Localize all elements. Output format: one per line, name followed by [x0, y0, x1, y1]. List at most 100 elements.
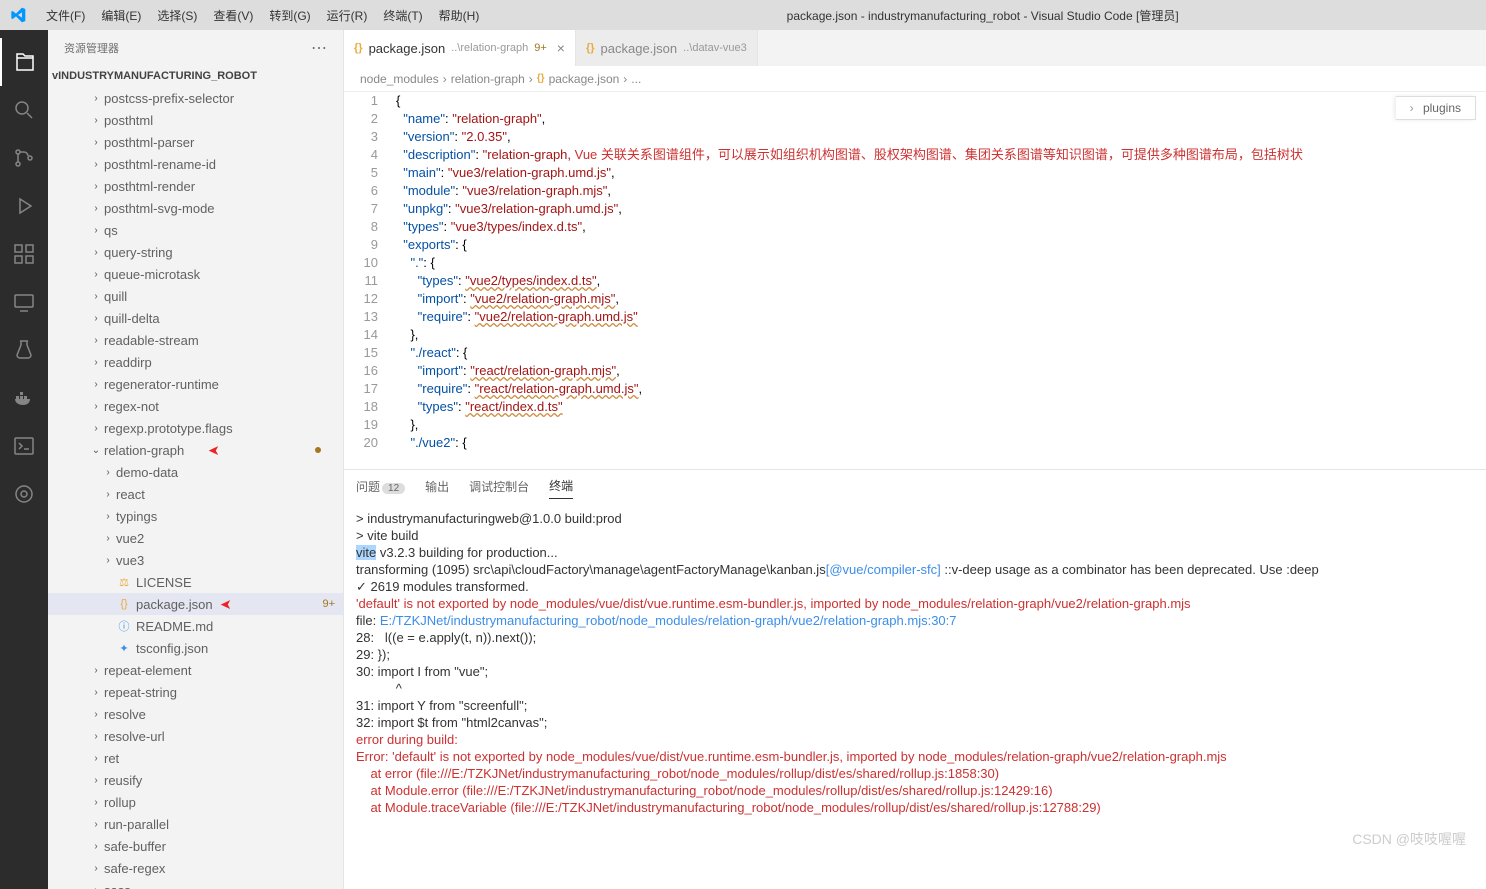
tree-item[interactable]: ›postcss-prefix-selector: [48, 87, 343, 109]
tree-item[interactable]: ›readdirp: [48, 351, 343, 373]
tree-item[interactable]: ›quill-delta: [48, 307, 343, 329]
tree-item[interactable]: ›qs: [48, 219, 343, 241]
tree-item[interactable]: ›posthtml: [48, 109, 343, 131]
menu-item[interactable]: 文件(F): [38, 9, 93, 23]
tree-item[interactable]: ›vue3: [48, 549, 343, 571]
editor-tab[interactable]: {} package.json ..\relation-graph 9+ ×: [344, 30, 576, 66]
tree-item[interactable]: ›resolve: [48, 703, 343, 725]
tree-item[interactable]: ✦tsconfig.json: [48, 637, 343, 659]
code-line[interactable]: ▶ "unpkg": "vue3/relation-graph.umd.js",: [396, 200, 1486, 218]
tree-item[interactable]: ›safe-regex: [48, 857, 343, 879]
tree-item[interactable]: {}package.json9+➤: [48, 593, 343, 615]
file-tree[interactable]: ›postcss-prefix-selector›posthtml›postht…: [48, 87, 343, 889]
tree-item[interactable]: ›posthtml-render: [48, 175, 343, 197]
code-line[interactable]: "./react": {: [396, 344, 1486, 362]
tree-item[interactable]: ›repeat-element: [48, 659, 343, 681]
tree-item[interactable]: ›readable-stream: [48, 329, 343, 351]
breadcrumb-item[interactable]: ...: [631, 72, 641, 86]
panel-tab[interactable]: 终端: [549, 473, 573, 499]
tree-item[interactable]: ›reusify: [48, 769, 343, 791]
tree-item[interactable]: ⓘREADME.md: [48, 615, 343, 637]
tree-item[interactable]: ›posthtml-parser: [48, 131, 343, 153]
editor-tab[interactable]: {} package.json ..\datav-vue3: [576, 30, 758, 66]
panel-tab[interactable]: 调试控制台: [469, 474, 529, 499]
tree-item[interactable]: ›safe-buffer: [48, 835, 343, 857]
tree-item[interactable]: ›typings: [48, 505, 343, 527]
breadcrumb-item[interactable]: node_modules: [360, 72, 439, 86]
menu-item[interactable]: 帮助(H): [431, 9, 488, 23]
tree-item[interactable]: ›sass: [48, 879, 343, 889]
code-line[interactable]: ".": {: [396, 254, 1486, 272]
ai-icon[interactable]: [0, 470, 48, 518]
code-content[interactable]: { "name": "relation-graph", "version": "…: [396, 92, 1486, 469]
menu-item[interactable]: 运行(R): [319, 9, 376, 23]
code-line[interactable]: "name": "relation-graph",: [396, 110, 1486, 128]
code-line[interactable]: "types": "vue2/types/index.d.ts",: [396, 272, 1486, 290]
code-line[interactable]: "import": "react/relation-graph.mjs",: [396, 362, 1486, 380]
terminal-line: file: E:/TZKJNet/industrymanufacturing_r…: [356, 612, 1474, 629]
close-icon[interactable]: ×: [553, 40, 565, 56]
menu-item[interactable]: 转到(G): [261, 9, 318, 23]
tree-label: repeat-element: [104, 663, 191, 678]
project-header[interactable]: v INDUSTRYMANUFACTURING_ROBOT: [48, 65, 343, 87]
tree-item[interactable]: ›resolve-url: [48, 725, 343, 747]
tree-item[interactable]: ›posthtml-svg-mode: [48, 197, 343, 219]
tree-item[interactable]: ›ret: [48, 747, 343, 769]
panel-tab[interactable]: 问题12: [356, 474, 405, 499]
code-line[interactable]: },: [396, 416, 1486, 434]
code-line[interactable]: "import": "vue2/relation-graph.mjs",: [396, 290, 1486, 308]
code-line[interactable]: {: [396, 92, 1486, 110]
code-line[interactable]: "./vue2": {: [396, 434, 1486, 452]
tree-item[interactable]: ›run-parallel: [48, 813, 343, 835]
code-line[interactable]: "description": "relation-graph, Vue 关联关系…: [396, 146, 1486, 164]
code-line[interactable]: ▶ "module": "vue3/relation-graph.mjs",: [396, 182, 1486, 200]
tree-item[interactable]: ›demo-data: [48, 461, 343, 483]
tree-item[interactable]: ›regex-not: [48, 395, 343, 417]
tree-item[interactable]: ›queue-microtask: [48, 263, 343, 285]
sidebar-more-icon[interactable]: ⋯: [311, 38, 327, 58]
sidebar-title: 资源管理器: [64, 40, 119, 56]
tree-item[interactable]: ›react: [48, 483, 343, 505]
breadcrumb-item[interactable]: relation-graph: [451, 72, 525, 86]
breadcrumb-item[interactable]: package.json: [549, 72, 620, 86]
code-line[interactable]: },: [396, 326, 1486, 344]
source-control-icon[interactable]: [0, 134, 48, 182]
tree-item[interactable]: ›regenerator-runtime: [48, 373, 343, 395]
code-line[interactable]: ▶ "types": "vue3/types/index.d.ts",: [396, 218, 1486, 236]
code-line[interactable]: "types": "react/index.d.ts": [396, 398, 1486, 416]
tree-item[interactable]: ›regexp.prototype.flags: [48, 417, 343, 439]
extensions-icon[interactable]: [0, 230, 48, 278]
tree-item[interactable]: ⚖LICENSE: [48, 571, 343, 593]
terminal-panel-icon[interactable]: [0, 422, 48, 470]
debug-icon[interactable]: [0, 182, 48, 230]
remote-icon[interactable]: [0, 278, 48, 326]
code-line[interactable]: ▶ "main": "vue3/relation-graph.umd.js",: [396, 164, 1486, 182]
tree-item[interactable]: ⌄relation-graph➤: [48, 439, 343, 461]
tree-item[interactable]: ›repeat-string: [48, 681, 343, 703]
docker-icon[interactable]: [0, 374, 48, 422]
tree-label: tsconfig.json: [136, 641, 208, 656]
tree-item[interactable]: ›query-string: [48, 241, 343, 263]
tree-label: LICENSE: [136, 575, 192, 590]
menu-item[interactable]: 终端(T): [375, 9, 430, 23]
panel-tab[interactable]: 输出: [425, 474, 449, 499]
chevron-icon: ›: [88, 665, 104, 676]
code-line[interactable]: "version": "2.0.35",: [396, 128, 1486, 146]
code-editor[interactable]: 1234567891011121314151617181920 { "name"…: [344, 92, 1486, 469]
testing-icon[interactable]: [0, 326, 48, 374]
menu-item[interactable]: 查看(V): [205, 9, 261, 23]
tree-item[interactable]: ›rollup: [48, 791, 343, 813]
tree-item[interactable]: ›posthtml-rename-id: [48, 153, 343, 175]
code-line[interactable]: "exports": {: [396, 236, 1486, 254]
tree-item[interactable]: ›vue2: [48, 527, 343, 549]
terminal-output[interactable]: > industrymanufacturingweb@1.0.0 build:p…: [344, 502, 1486, 889]
explorer-icon[interactable]: [0, 38, 48, 86]
menu-item[interactable]: 选择(S): [149, 9, 205, 23]
breadcrumb[interactable]: node_modules › relation-graph › {}packag…: [344, 66, 1486, 92]
menu-item[interactable]: 编辑(E): [93, 9, 149, 23]
tree-label: qs: [104, 223, 118, 238]
code-line[interactable]: "require": "vue2/relation-graph.umd.js": [396, 308, 1486, 326]
tree-item[interactable]: ›quill: [48, 285, 343, 307]
code-line[interactable]: "require": "react/relation-graph.umd.js"…: [396, 380, 1486, 398]
search-icon[interactable]: [0, 86, 48, 134]
